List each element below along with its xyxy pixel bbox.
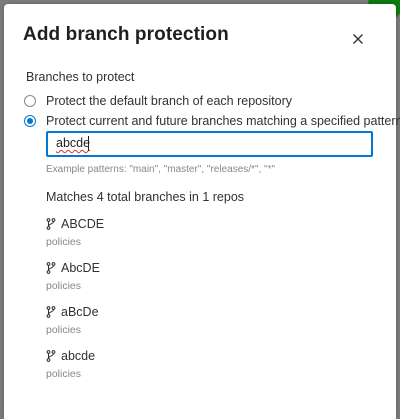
branch-pattern-input[interactable]	[46, 131, 373, 157]
close-icon	[353, 34, 363, 44]
radio-pattern-branches[interactable]: Protect current and future branches matc…	[24, 112, 400, 130]
radio-button-pattern-branches[interactable]	[24, 115, 36, 127]
radio-label-default-branch: Protect the default branch of each repos…	[46, 94, 292, 108]
branch-name: aBcDe	[61, 305, 99, 319]
branches-section-label: Branches to protect	[26, 70, 135, 84]
branch-icon	[46, 218, 56, 230]
add-branch-protection-dialog: Add branch protection Branches to protec…	[4, 4, 400, 419]
branch-icon	[46, 350, 56, 362]
match-summary: Matches 4 total branches in 1 repos	[46, 190, 245, 204]
radio-default-branch[interactable]: Protect the default branch of each repos…	[24, 92, 292, 110]
list-item: aBcDe policies	[46, 304, 346, 340]
branch-subtext: policies	[46, 280, 82, 292]
branch-name: AbcDE	[61, 261, 100, 275]
text-caret	[88, 136, 89, 151]
list-item: AbcDE policies	[46, 260, 346, 296]
list-item: abcde policies	[46, 348, 346, 384]
branch-subtext: policies	[46, 236, 82, 248]
pattern-hint: Example patterns: "main", "master", "rel…	[46, 164, 276, 175]
list-item: ABCDE policies	[46, 216, 346, 252]
branch-name: abcde	[61, 349, 96, 363]
branch-subtext: policies	[46, 324, 82, 336]
close-button[interactable]	[348, 29, 368, 49]
branch-icon	[46, 306, 56, 318]
radio-button-default-branch[interactable]	[24, 95, 36, 107]
branch-name: ABCDE	[61, 217, 105, 231]
branch-subtext: policies	[46, 368, 82, 380]
branch-icon	[46, 262, 56, 274]
branch-pattern-value: abcde	[56, 136, 91, 150]
radio-label-pattern-branches: Protect current and future branches matc…	[46, 114, 400, 128]
dialog-title: Add branch protection	[23, 24, 229, 45]
